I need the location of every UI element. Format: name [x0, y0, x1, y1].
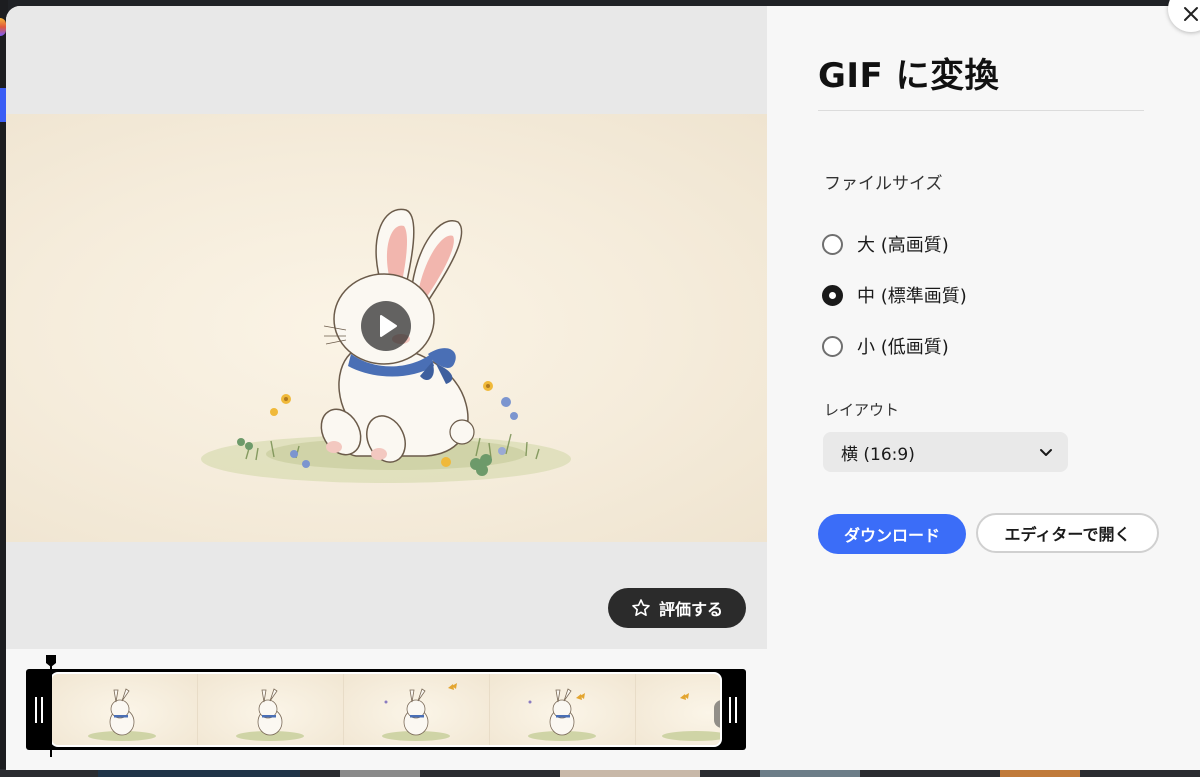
size-option-small[interactable]: 小 (低画質)	[822, 333, 949, 359]
play-button[interactable]	[361, 301, 411, 351]
title-divider	[818, 110, 1144, 111]
background-thumbnails	[0, 769, 1200, 777]
gif-convert-dialog: 評価する 10 秒 G	[6, 6, 1200, 770]
size-option-label: 中 (標準画質)	[857, 286, 967, 307]
open-in-editor-button[interactable]: エディターで開く	[976, 513, 1159, 553]
preview-area: 評価する	[6, 6, 767, 649]
timeline-trimmer[interactable]: 10 秒	[26, 669, 746, 750]
dialog-title: GIF に変換	[818, 56, 1000, 96]
radio-button[interactable]	[822, 335, 843, 357]
timeline-thumbnail: 10 秒	[636, 674, 720, 745]
play-icon	[380, 315, 397, 337]
timeline-thumbnail	[52, 674, 198, 745]
settings-panel: GIF に変換 ファイルサイズ 大 (高画質) 中 (標準画質) 小 (低画質)…	[767, 6, 1200, 770]
timeline-thumbnail	[198, 674, 344, 745]
timeline-thumbnail	[490, 674, 636, 745]
timeline-thumbnail-strip: 10 秒	[50, 672, 722, 747]
close-button[interactable]	[1168, 0, 1200, 32]
rate-button-label: 評価する	[658, 600, 723, 619]
trim-handle-right[interactable]	[722, 669, 744, 750]
chevron-down-icon	[1040, 449, 1052, 456]
star-icon	[632, 599, 650, 616]
timeline-thumbnail	[344, 674, 490, 745]
playhead-marker[interactable]	[46, 655, 56, 757]
download-button[interactable]: ダウンロード	[818, 514, 966, 554]
layout-label: レイアウト	[824, 401, 900, 419]
file-size-label: ファイルサイズ	[824, 174, 943, 194]
clip-duration: 10 秒	[713, 700, 720, 728]
size-option-large[interactable]: 大 (高画質)	[822, 231, 949, 257]
size-option-medium[interactable]: 中 (標準画質)	[822, 282, 967, 308]
close-icon	[1184, 7, 1198, 21]
size-option-label: 小 (低画質)	[857, 337, 949, 358]
rate-button[interactable]: 評価する	[608, 588, 746, 628]
layout-select[interactable]: 横 (16:9)	[823, 432, 1068, 472]
size-option-label: 大 (高画質)	[857, 235, 949, 256]
layout-select-value: 横 (16:9)	[841, 444, 915, 465]
radio-button[interactable]	[822, 233, 843, 255]
radio-button-selected[interactable]	[822, 284, 843, 306]
